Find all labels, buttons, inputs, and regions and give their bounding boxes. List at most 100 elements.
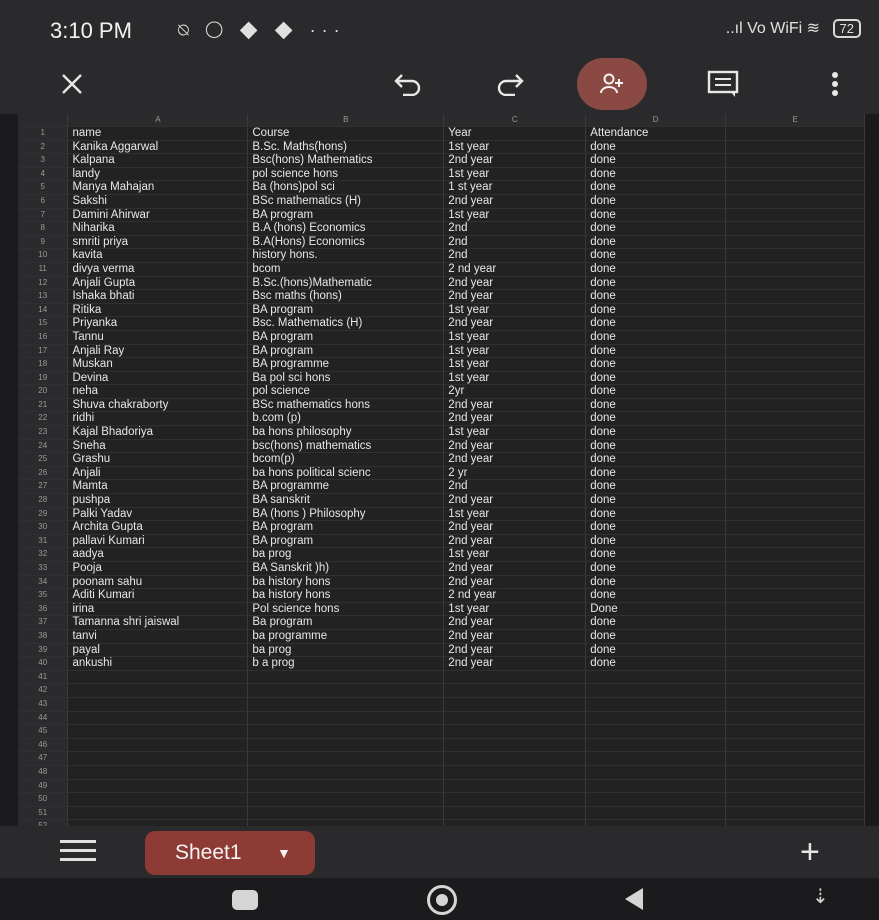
cell-e[interactable] [725,466,865,481]
cell-b[interactable] [247,738,445,753]
cell-e[interactable] [725,683,865,698]
cell-e[interactable] [725,316,865,331]
cell-d[interactable]: done [585,248,727,263]
cell-c[interactable]: 2nd year [443,276,587,291]
cell-a[interactable]: Tamanna shri jaiswal [67,615,249,630]
cell-c[interactable]: 2nd year [443,153,587,168]
cell-c[interactable]: 2 nd year [443,588,587,603]
cell-c[interactable]: Year [443,126,587,141]
cell-e[interactable] [725,262,865,277]
cell-a[interactable]: Priyanka [67,316,249,331]
cell-b[interactable]: b.com (p) [247,411,445,427]
cell-a[interactable] [67,751,249,766]
cell-e[interactable] [725,547,865,562]
cell-a[interactable] [67,765,249,780]
cell-a[interactable]: Anjali [67,466,249,481]
cell-e[interactable] [725,711,865,726]
cell-e[interactable] [725,643,865,658]
cell-a[interactable] [67,683,249,698]
cell-a[interactable]: Sneha [67,439,249,454]
row-number[interactable]: 51 [18,806,69,821]
cell-d[interactable]: done [585,425,727,440]
cell-a[interactable] [67,711,249,726]
row-number[interactable]: 42 [18,683,69,698]
cell-e[interactable] [725,384,865,399]
row-number[interactable]: 11 [18,262,69,277]
cell-e[interactable] [725,180,865,195]
cell-c[interactable]: 1st year [443,167,587,182]
cell-c[interactable]: 2nd year [443,561,587,576]
cell-a[interactable]: Anjali Gupta [67,276,249,291]
cell-e[interactable] [725,520,865,535]
row-number[interactable]: 5 [18,180,69,195]
cell-d[interactable] [585,806,727,821]
cell-d[interactable]: done [585,452,727,467]
cell-a[interactable]: Ishaka bhati [67,289,249,304]
cell-c[interactable] [443,765,587,780]
row-number[interactable]: 36 [18,602,69,617]
back-button[interactable] [625,888,643,910]
row-number[interactable]: 31 [18,534,69,549]
row-number[interactable]: 8 [18,221,69,236]
cell-b[interactable]: BA program [247,330,445,345]
cell-a[interactable]: pallavi Kumari [67,534,249,549]
cell-b[interactable]: B.Sc.(hons)Mathematic [247,276,445,291]
cell-c[interactable]: 2nd [443,221,587,236]
row-number[interactable]: 23 [18,425,69,440]
cell-c[interactable]: 1st year [443,371,587,386]
cell-b[interactable]: b a prog [247,656,445,671]
cell-a[interactable] [67,806,249,821]
cell-a[interactable]: Kanika Aggarwal [67,140,249,155]
row-number[interactable]: 50 [18,792,69,807]
cell-c[interactable] [443,711,587,726]
row-number[interactable]: 38 [18,629,69,644]
cell-a[interactable]: Sakshi [67,194,249,209]
cell-e[interactable] [725,629,865,644]
cell-a[interactable] [67,779,249,794]
cell-a[interactable]: Archita Gupta [67,520,249,535]
cell-b[interactable]: BA program [247,520,445,535]
row-number[interactable]: 30 [18,520,69,535]
cell-a[interactable]: aadya [67,547,249,562]
cell-d[interactable] [585,765,727,780]
cell-b[interactable] [247,779,445,794]
cell-e[interactable] [725,602,865,617]
cell-d[interactable]: Attendance [585,126,727,141]
cell-c[interactable]: 1st year [443,140,587,155]
cell-b[interactable]: BA program [247,208,445,223]
cell-d[interactable] [585,751,727,766]
cell-d[interactable]: done [585,371,727,386]
cell-b[interactable]: ba hons philosophy [247,425,445,440]
cell-d[interactable]: done [585,344,727,359]
cell-d[interactable] [585,792,727,807]
cell-b[interactable] [247,683,445,698]
cell-d[interactable]: done [585,316,727,331]
column-header-c[interactable]: C [443,114,587,127]
cell-c[interactable]: 1st year [443,602,587,617]
cell-e[interactable] [725,751,865,766]
cell-b[interactable]: Ba pol sci hons [247,371,445,386]
row-number[interactable]: 46 [18,738,69,753]
cell-b[interactable]: BA sanskrit [247,493,445,508]
cell-a[interactable]: tanvi [67,629,249,644]
add-sheet-button[interactable]: + [800,832,820,872]
redo-icon[interactable] [490,64,530,104]
share-button[interactable] [577,58,647,110]
cell-d[interactable]: done [585,439,727,454]
column-header-b[interactable]: B [247,114,445,127]
cell-e[interactable] [725,330,865,345]
cell-b[interactable]: BA program [247,344,445,359]
cell-c[interactable]: 2nd year [443,493,587,508]
cell-c[interactable] [443,738,587,753]
cell-a[interactable]: poonam sahu [67,575,249,590]
row-number[interactable]: 47 [18,751,69,766]
row-number[interactable]: 13 [18,289,69,304]
cell-d[interactable]: done [585,493,727,508]
cell-d[interactable]: done [585,534,727,549]
cell-a[interactable]: Manya Mahajan [67,180,249,195]
row-number[interactable]: 45 [18,724,69,739]
cell-d[interactable]: done [585,520,727,535]
cell-b[interactable]: ba programme [247,629,445,644]
cell-c[interactable]: 2nd year [443,615,587,630]
cell-e[interactable] [725,126,865,141]
